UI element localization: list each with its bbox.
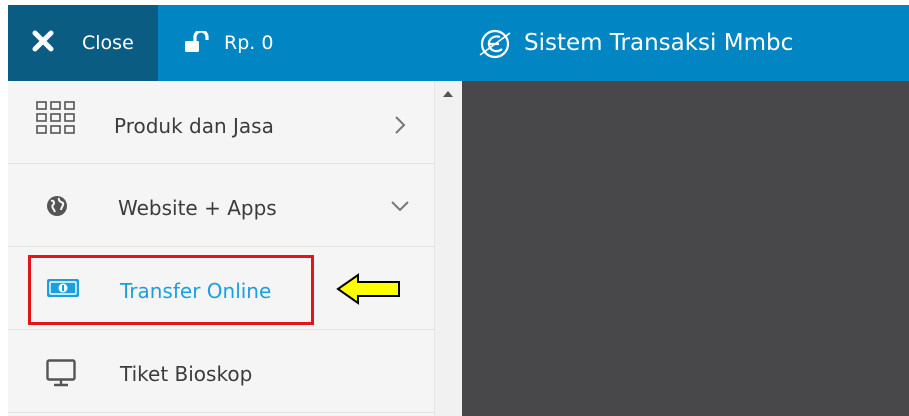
sidebar-item-label: Tiket Bioskop bbox=[120, 362, 253, 386]
top-bar: Close Rp. 0 Sistem Transaksi Mmbc bbox=[8, 5, 909, 81]
unlock-icon bbox=[185, 31, 209, 52]
brand-logo-icon bbox=[479, 29, 511, 59]
globe-icon bbox=[47, 196, 67, 216]
sidebar-item-label: Website + Apps bbox=[118, 196, 277, 220]
sidebar-scrollbar[interactable] bbox=[434, 81, 462, 416]
sidebar-item-label: Transfer Online bbox=[120, 279, 272, 303]
sidebar-item-transfer-online[interactable]: Transfer Online bbox=[8, 247, 434, 330]
monitor-icon bbox=[46, 359, 76, 387]
app-window: Close Rp. 0 Sistem Transaksi Mmbc Produk… bbox=[8, 5, 909, 416]
scroll-up-arrow-icon[interactable] bbox=[443, 91, 453, 97]
chevron-down-icon bbox=[391, 201, 409, 212]
grid-icon bbox=[36, 101, 75, 134]
money-icon bbox=[47, 279, 79, 297]
chevron-right-icon bbox=[395, 116, 406, 134]
sidebar-item-label: Produk dan Jasa bbox=[114, 114, 274, 138]
main-content bbox=[462, 81, 909, 416]
close-label: Close bbox=[82, 32, 134, 54]
sidebar-item-tiket-bioskop[interactable]: Tiket Bioskop bbox=[8, 330, 434, 413]
brand-title: Sistem Transaksi Mmbc bbox=[524, 30, 794, 56]
close-button[interactable]: Close bbox=[8, 5, 158, 81]
sidebar-item-produk-dan-jasa[interactable]: Produk dan Jasa bbox=[8, 81, 434, 164]
sidebar-item-website-apps[interactable]: Website + Apps bbox=[8, 164, 434, 247]
close-icon bbox=[32, 30, 54, 52]
balance-button[interactable]: Rp. 0 bbox=[184, 5, 304, 81]
balance-label: Rp. 0 bbox=[224, 32, 274, 54]
brand: Sistem Transaksi Mmbc bbox=[478, 5, 878, 81]
sidebar: Produk dan Jasa Website + Apps Transfer … bbox=[8, 81, 434, 416]
